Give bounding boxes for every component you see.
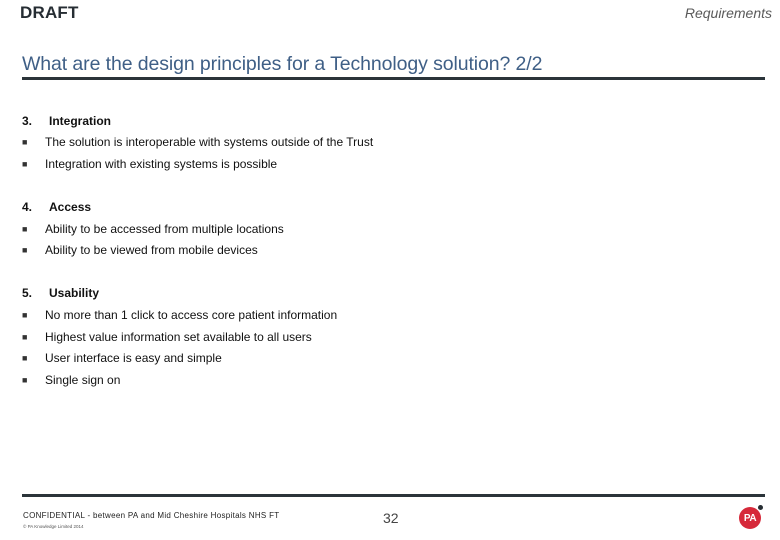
list-item: ■ Single sign on (22, 373, 120, 387)
section-number: 3. (22, 114, 33, 128)
bullet-icon: ■ (22, 310, 28, 320)
section-title: Integration (49, 114, 111, 128)
bullet-icon: ■ (22, 353, 28, 363)
list-item-text: No more than 1 click to access core pati… (45, 308, 338, 322)
confidentiality-notice: CONFIDENTIAL - between PA and Mid Cheshi… (23, 511, 280, 520)
page-number: 32 (383, 510, 399, 526)
list-item-text: Integration with existing systems is pos… (45, 157, 278, 171)
section-label: Requirements (684, 5, 772, 21)
bullet-icon: ■ (22, 159, 28, 169)
list-item: ■ Ability to be viewed from mobile device… (22, 243, 258, 257)
page-title: What are the design principles for a Tec… (22, 53, 543, 75)
section-heading-integration: 3. Integration (22, 114, 111, 128)
list-item-text: Ability to be accessed from multiple loc… (45, 222, 284, 236)
section-heading-usability: 5. Usability (22, 286, 99, 300)
list-item: ■ Highest value information set available… (22, 330, 312, 344)
list-item-text: User interface is easy and simple (45, 351, 222, 365)
bullet-icon: ■ (22, 224, 28, 234)
list-item: ■ Ability to be accessed from multiple lo… (22, 222, 284, 236)
list-item: ■ Integration with existing systems is po… (22, 157, 277, 171)
bullet-icon: ■ (22, 375, 28, 385)
list-item: ■ User interface is easy and simple (22, 351, 222, 365)
list-item-text: Single sign on (45, 373, 121, 387)
list-item: ■ No more than 1 click to access core pat… (22, 308, 337, 322)
title-divider (22, 77, 765, 80)
section-number: 4. (22, 200, 33, 214)
section-title: Access (49, 200, 92, 214)
footer-divider (22, 494, 765, 497)
section-heading-access: 4. Access (22, 200, 91, 214)
list-item: ■ The solution is interoperable with syst… (22, 135, 373, 149)
copyright-notice: © PA Knowledge Limited 2014 (23, 524, 84, 529)
pa-logo-icon: PA (739, 507, 761, 529)
section-title: Usability (49, 286, 100, 300)
list-item-text: Highest value information set available … (45, 330, 312, 344)
list-item-text: The solution is interoperable with syste… (45, 135, 374, 149)
logo-dot-icon (758, 505, 763, 510)
list-item-text: Ability to be viewed from mobile devices (45, 243, 258, 257)
bullet-icon: ■ (22, 245, 28, 255)
section-number: 5. (22, 286, 33, 300)
bullet-icon: ■ (22, 137, 28, 147)
draft-label: DRAFT (20, 3, 79, 22)
bullet-icon: ■ (22, 332, 28, 342)
